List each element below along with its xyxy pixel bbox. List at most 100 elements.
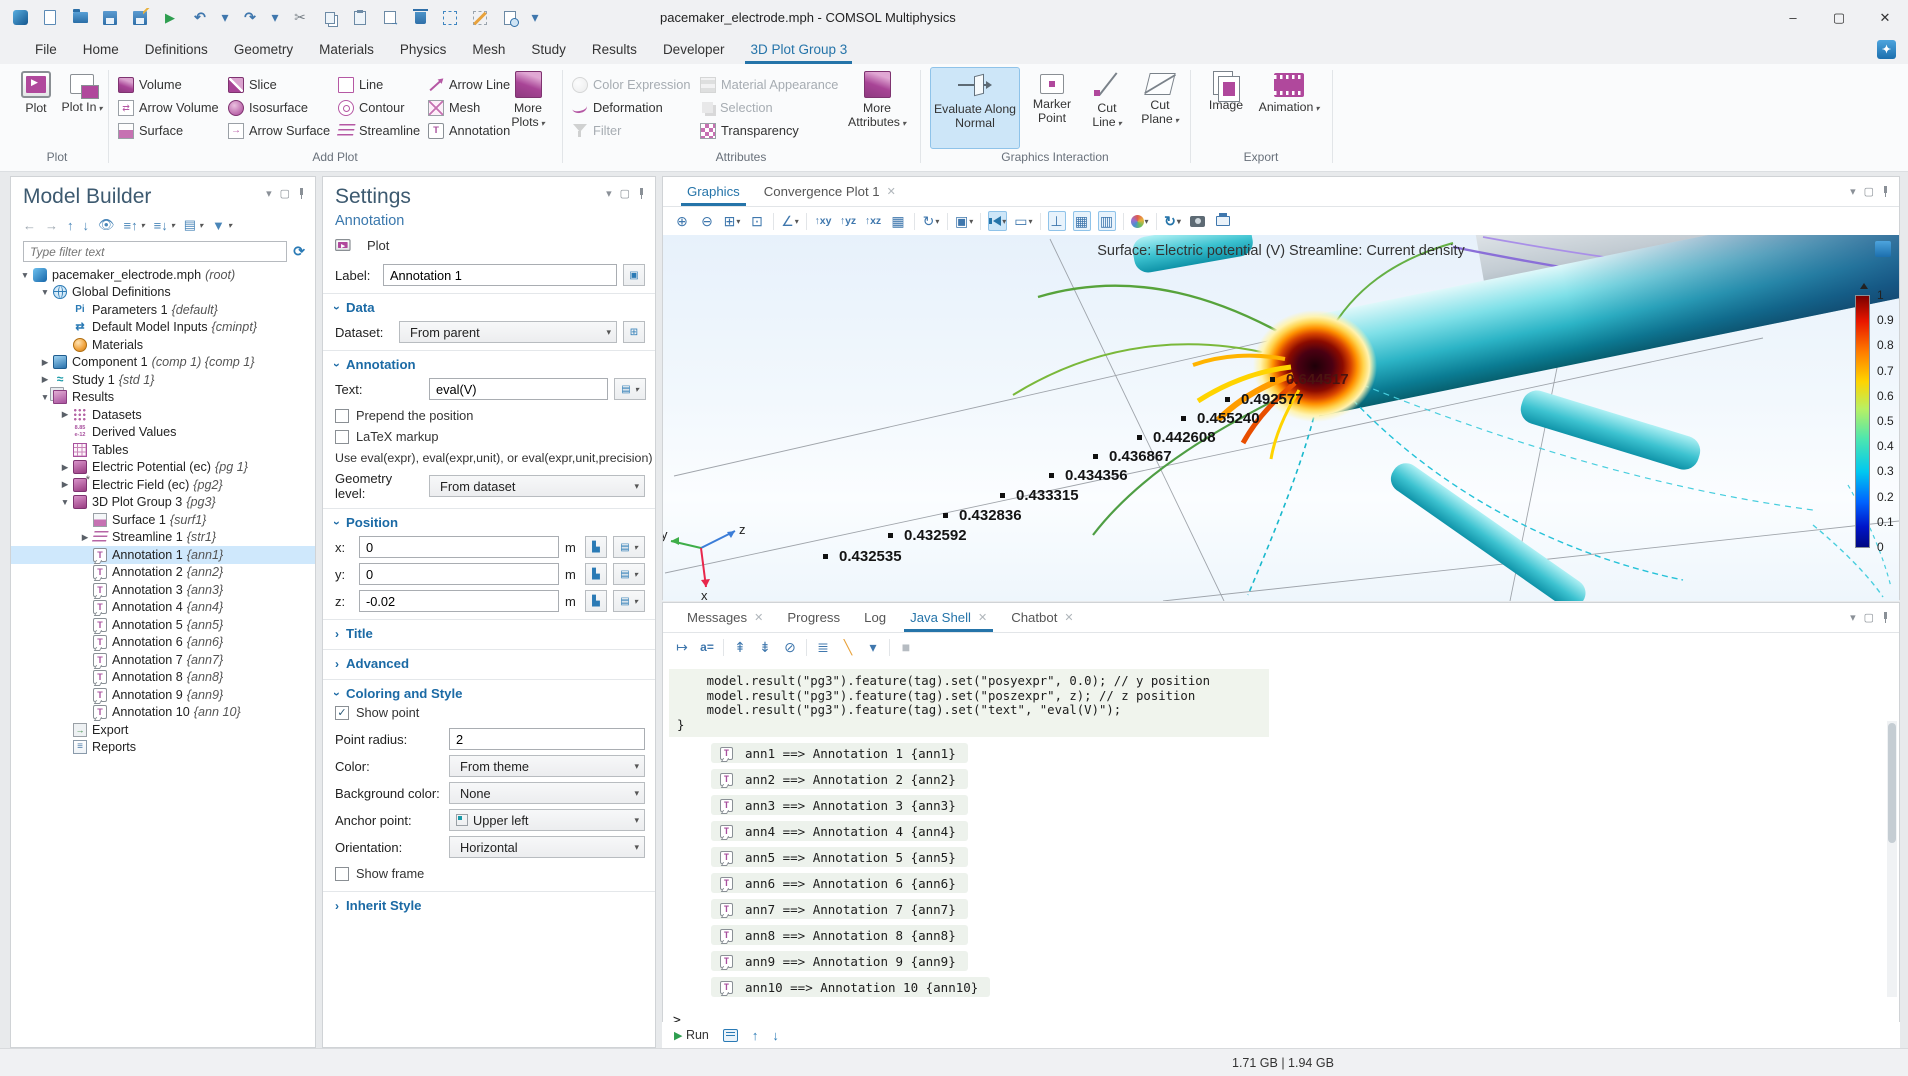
information-tab-log[interactable]: Log [854,603,896,632]
ribbon-tab-definitions[interactable]: Definitions [132,35,221,64]
panel-pin-icon[interactable] [1882,612,1889,623]
delete-icon[interactable] [410,8,430,28]
help-icon[interactable]: ✦ [1877,40,1896,59]
back-icon[interactable]: ← [23,218,36,233]
position-x-input[interactable] [359,536,559,558]
ribbon-tab-study[interactable]: Study [518,35,579,64]
run-button[interactable]: ▶ Run [674,1028,709,1042]
tree-expander-icon[interactable]: ▼ [19,270,31,280]
stop-icon[interactable]: ■ [897,637,915,657]
tree-item-annotation-7[interactable]: TAnnotation 7{ann7} [11,651,315,669]
save-as-icon[interactable] [130,8,150,28]
shell-result-chip[interactable]: Tann2 ==> Annotation 2 {ann2} [711,769,968,789]
more-attributes-button[interactable]: More Attributes▾ [846,67,908,149]
tree-item-surface-1[interactable]: Surface 1{surf1} [11,511,315,529]
close-tab-icon[interactable]: ✕ [1064,611,1073,624]
move-down-icon[interactable]: ↓ [83,218,90,233]
color-theme-icon[interactable]: ▾ [1131,211,1149,231]
show-icon[interactable]: 👁 [98,217,115,233]
wrap-lines-icon[interactable]: ≣ [814,637,832,657]
toggle-axes-icon[interactable]: ⊥ [1048,211,1066,231]
information-tab-java-shell[interactable]: Java Shell✕ [900,603,997,632]
shell-result-chip[interactable]: Tann10 ==> Annotation 10 {ann10} [711,977,990,997]
tree-item-datasets[interactable]: ▶Datasets [11,406,315,424]
zoom-in-icon[interactable]: ⊕ [673,211,691,231]
java-shell-output[interactable]: model.result("pg3").feature(tag).set("po… [663,661,1899,1027]
tree-item-materials[interactable]: Materials [11,336,315,354]
background-color-select[interactable]: None [449,782,645,804]
orientation-select[interactable]: Horizontal [449,836,645,858]
prepend-position-checkbox[interactable]: Prepend the position [323,405,655,426]
position-z-input[interactable] [359,590,559,612]
ribbon-tab-developer[interactable]: Developer [650,35,738,64]
tree-item-annotation-5[interactable]: TAnnotation 5{ann5} [11,616,315,634]
graphics-canvas[interactable]: z y x Surface: Electric potential (V) St… [663,235,1899,601]
copy-icon[interactable] [320,8,340,28]
color-select[interactable]: From theme [449,755,645,777]
tree-item-annotation-4[interactable]: TAnnotation 4{ann4} [11,599,315,617]
open-file-icon[interactable] [70,8,90,28]
close-tab-icon[interactable]: ✕ [754,611,763,624]
ribbon-tab-3d-plot-group-3[interactable]: 3D Plot Group 3 [737,35,860,64]
tree-item-results[interactable]: ▼Results [11,389,315,407]
show-frame-checkbox[interactable]: Show frame [323,863,655,884]
add-plot-arrow-surface-button[interactable]: →Arrow Surface [228,120,330,141]
label-input[interactable] [383,264,617,286]
tree-item-export[interactable]: →Export [11,721,315,739]
view-yz-icon[interactable]: ↑yz [839,211,857,231]
rename-icon-button[interactable]: ▣ [623,264,645,286]
tree-expander-icon[interactable]: ▶ [59,479,71,490]
anchor-point-select[interactable]: Upper left [449,809,645,831]
panel-float-icon[interactable]: ▢ [1864,611,1874,624]
goto-node-icon[interactable]: ↦ [673,637,691,657]
section-data[interactable]: ›Data [323,293,655,316]
toggle-grid-icon[interactable]: ▦ [1073,211,1091,231]
forward-icon[interactable]: → [45,218,58,233]
ribbon-tab-physics[interactable]: Physics [387,35,460,64]
panel-menu-icon[interactable]: ▾ [606,187,612,200]
expr-icon-button[interactable]: ▤▾ [613,590,645,612]
history-down-icon[interactable]: ↓ [772,1028,779,1043]
attribute-transparency-button[interactable]: Transparency [700,120,799,141]
add-plot-mesh-button[interactable]: Mesh [428,97,480,118]
redo-caret-icon[interactable]: ▾ [270,8,280,28]
tree-item-annotation-2[interactable]: TAnnotation 2{ann2} [11,564,315,582]
move-up-icon[interactable]: ↑ [67,218,74,233]
tree-item-derived-values[interactable]: 8.85 e-12Derived Values [11,424,315,442]
view-xy-icon[interactable]: ↑xy [814,211,832,231]
section-annotation[interactable]: ›Annotation [323,350,655,373]
information-tab-chatbot[interactable]: Chatbot✕ [1001,603,1083,632]
panel-pin-icon[interactable] [638,188,645,199]
hide-output-icon[interactable]: ⊘ [781,637,799,657]
cut-line-button[interactable]: Cut Line▾ [1082,67,1132,149]
deselect-box-icon[interactable] [470,8,490,28]
zoom-extents-icon[interactable]: ⊡ [748,211,766,231]
panel-float-icon[interactable]: ▢ [280,187,290,200]
tree-expander-icon[interactable]: ▶ [59,409,71,420]
paste-icon[interactable] [350,8,370,28]
tree-item-annotation-1[interactable]: TAnnotation 1{ann1} [11,546,315,564]
graphics-tab-convergence-plot-1[interactable]: Convergence Plot 1✕ [754,177,906,206]
snapshot-icon[interactable] [1189,211,1207,231]
tree-item-annotation-9[interactable]: TAnnotation 9{ann9} [11,686,315,704]
information-tab-progress[interactable]: Progress [777,603,850,632]
tree-item-parameters-1[interactable]: PiParameters 1{default} [11,301,315,319]
filter-input[interactable] [23,241,287,262]
add-plot-streamline-button[interactable]: Streamline [338,120,420,141]
plot-button[interactable]: Plot [323,229,655,259]
shell-result-chip[interactable]: Tann1 ==> Annotation 1 {ann1} [711,743,968,763]
collapse-all-icon[interactable]: ⇟ [756,637,774,657]
add-plot-line-button[interactable]: Line [338,74,383,95]
go-to-default-view-icon[interactable]: ∠▾ [781,211,799,231]
tree-item-pacemaker-electrode-mph[interactable]: ▼pacemaker_electrode.mph(root) [11,266,315,284]
dataset-select[interactable]: From parent [399,321,617,343]
tree-expander-icon[interactable]: ▶ [39,374,51,385]
plot-in-button[interactable]: Plot In▾ [60,67,104,149]
tree-item-annotation-6[interactable]: TAnnotation 6{ann6} [11,634,315,652]
panel-float-icon[interactable]: ▢ [1864,185,1874,198]
tree-item-reports[interactable]: ≡Reports [11,739,315,757]
collapse-icon[interactable]: ≡↓▾ [154,218,175,233]
position-y-input[interactable] [359,563,559,585]
add-plot-arrow-volume-button[interactable]: ⇄Arrow Volume [118,97,219,118]
tree-item-3d-plot-group-3[interactable]: ▼3D Plot Group 3{pg3} [11,494,315,512]
